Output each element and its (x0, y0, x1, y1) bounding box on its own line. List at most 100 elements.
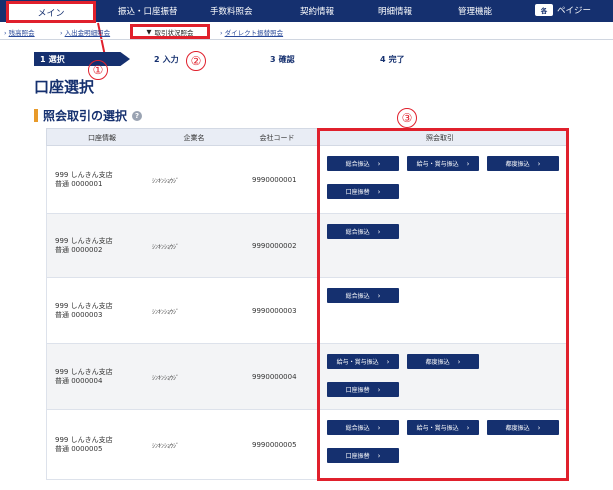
account-info: 999 しんきん支店 普通 0000001 (55, 171, 113, 189)
nav-fee-inquiry[interactable]: 手数料照会 (210, 5, 253, 17)
table-row: 999 しんきん支店 普通 0000001 ｼﾝｷﾝｼｮｳｼﾞ 9990000001 総… (46, 146, 568, 214)
chevron-right-icon: › (377, 291, 381, 300)
account-info: 999 しんきん支店 普通 0000005 (55, 436, 113, 454)
account-number: 普通 0000004 (55, 377, 103, 385)
inquiry-button[interactable]: 都度振込 › (487, 420, 559, 435)
top-navigation: メイン 振込・口座振替 手数料照会 契約情報 明細情報 管理機能 各 ペイジー (0, 0, 613, 23)
company-code: 9990000002 (252, 242, 297, 250)
inquiry-button[interactable]: 総合振込 › (327, 420, 399, 435)
callout-3: ③ (397, 108, 417, 128)
subnav-direct-transfer[interactable]: › ダイレクト振替照会 (220, 27, 283, 37)
company-code: 9990000004 (252, 373, 297, 381)
account-number: 普通 0000003 (55, 311, 103, 319)
callout-2: ② (186, 51, 206, 71)
company-code: 9990000005 (252, 441, 297, 449)
inquiry-button[interactable]: 給与・賞与振込 › (407, 156, 479, 171)
chevron-right-icon: › (457, 357, 461, 366)
header-inquiry-transaction: 照会取引 (426, 134, 454, 142)
account-number: 普通 0000001 (55, 180, 103, 188)
account-info: 999 しんきん支店 普通 0000002 (55, 237, 113, 255)
company-name: ｼﾝｷﾝｼｮｳｼﾞ (152, 244, 180, 251)
nav-main[interactable]: メイン (6, 1, 96, 23)
header-company-code: 会社コード (259, 134, 295, 142)
subnav-transaction-status[interactable]: ▼ 取引状況照会 (130, 24, 210, 39)
subnav-balance-inquiry[interactable]: › 残高照会 (4, 27, 35, 37)
subnav-deposit-statement[interactable]: › 入出金明細照会 (60, 27, 110, 37)
step-complete: 4 完了 (366, 52, 470, 66)
company-code: 9990000001 (252, 176, 297, 184)
inquiry-button-label: 総合振込 (345, 293, 370, 300)
nav-statement-info[interactable]: 明細情報 (378, 5, 412, 17)
inquiry-button[interactable]: 口座振替 › (327, 382, 399, 397)
header-company-name: 企業名 (183, 134, 205, 142)
inquiry-button-label: 総合振込 (345, 161, 370, 168)
chevron-right-icon: › (377, 227, 381, 236)
inquiry-button[interactable]: 都度振込 › (407, 354, 479, 369)
table-row: 999 しんきん支店 普通 0000002 ｼﾝｷﾝｼｮｳｼﾞ 9990000002 総… (46, 214, 568, 278)
inquiry-button-label: 都度振込 (425, 359, 450, 366)
chevron-right-icon: › (377, 159, 381, 168)
inquiry-button[interactable]: 給与・賞与振込 › (407, 420, 479, 435)
step-select: 1 選択 (34, 52, 130, 66)
arrow-right-icon: › (60, 29, 63, 37)
inquiry-button[interactable]: 総合振込 › (327, 224, 399, 239)
nav-admin[interactable]: 管理機能 (458, 5, 492, 17)
help-icon[interactable]: ? (132, 110, 143, 121)
company-name: ｼﾝｷﾝｼｮｳｼﾞ (152, 309, 180, 316)
branch-name: 999 しんきん支店 (55, 237, 113, 245)
chevron-right-icon: › (386, 357, 390, 366)
branch-name: 999 しんきん支店 (55, 302, 113, 310)
user-menu[interactable]: 各 ペイジー (535, 4, 591, 16)
section-accent-bar (34, 109, 38, 122)
inquiry-button[interactable]: 口座振替 › (327, 448, 399, 463)
branch-name: 999 しんきん支店 (55, 368, 113, 376)
inquiry-button[interactable]: 総合振込 › (327, 156, 399, 171)
user-name: ペイジー (557, 6, 592, 16)
inquiry-button-label: 都度振込 (505, 425, 530, 432)
table-row: 999 しんきん支店 普通 0000004 ｼﾝｷﾝｼｮｳｼﾞ 9990000004 給… (46, 344, 568, 410)
nav-contract-info[interactable]: 契約情報 (300, 5, 334, 17)
company-code: 9990000003 (252, 307, 297, 315)
branch-name: 999 しんきん支店 (55, 171, 113, 179)
inquiry-button-label: 給与・賞与振込 (416, 425, 459, 432)
chevron-right-icon: › (466, 159, 470, 168)
table-header: 口座情報 企業名 会社コード 照会取引 (46, 128, 568, 146)
chevron-right-icon: › (537, 159, 541, 168)
branch-name: 999 しんきん支店 (55, 436, 113, 444)
inquiry-button-label: 給与・賞与振込 (336, 359, 379, 366)
inquiry-button-label: 総合振込 (345, 425, 370, 432)
account-info: 999 しんきん支店 普通 0000003 (55, 302, 113, 320)
inquiry-button-label: 都度振込 (505, 161, 530, 168)
account-number: 普通 0000005 (55, 445, 103, 453)
triangle-down-icon: ▼ (146, 27, 152, 36)
inquiry-button-label: 口座振替 (345, 387, 370, 394)
inquiry-button[interactable]: 給与・賞与振込 › (327, 354, 399, 369)
table-row: 999 しんきん支店 普通 0000005 ｼﾝｷﾝｼｮｳｼﾞ 9990000005 総… (46, 410, 568, 480)
arrow-right-icon: › (4, 29, 7, 37)
chevron-right-icon: › (377, 423, 381, 432)
inquiry-button-label: 総合振込 (345, 229, 370, 236)
inquiry-button-label: 口座振替 (345, 189, 370, 196)
chevron-right-icon: › (377, 451, 381, 460)
company-name: ｼﾝｷﾝｼｮｳｼﾞ (152, 443, 180, 450)
chevron-right-icon: › (377, 385, 381, 394)
chevron-right-icon: › (537, 423, 541, 432)
company-name: ｼﾝｷﾝｼｮｳｼﾞ (152, 178, 180, 185)
user-icon: 各 (535, 4, 553, 16)
section-title: 照会取引の選択 ? (34, 107, 143, 124)
account-info: 999 しんきん支店 普通 0000004 (55, 368, 113, 386)
step-confirm: 3 確認 (256, 52, 360, 66)
nav-transfer[interactable]: 振込・口座振替 (118, 5, 178, 17)
inquiry-button-label: 給与・賞与振込 (416, 161, 459, 168)
chevron-right-icon: › (377, 187, 381, 196)
inquiry-button[interactable]: 口座振替 › (327, 184, 399, 199)
sub-navigation: › 残高照会 › 入出金明細照会 ▼ 取引状況照会 › ダイレクト振替照会 (0, 24, 613, 40)
table-row: 999 しんきん支店 普通 0000003 ｼﾝｷﾝｼｮｳｼﾞ 9990000003 総… (46, 278, 568, 344)
arrow-right-icon: › (220, 29, 223, 37)
inquiry-button[interactable]: 総合振込 › (327, 288, 399, 303)
inquiry-button[interactable]: 都度振込 › (487, 156, 559, 171)
page-title: 口座選択 (34, 78, 95, 96)
company-name: ｼﾝｷﾝｼｮｳｼﾞ (152, 375, 180, 382)
account-number: 普通 0000002 (55, 246, 103, 254)
chevron-right-icon: › (466, 423, 470, 432)
